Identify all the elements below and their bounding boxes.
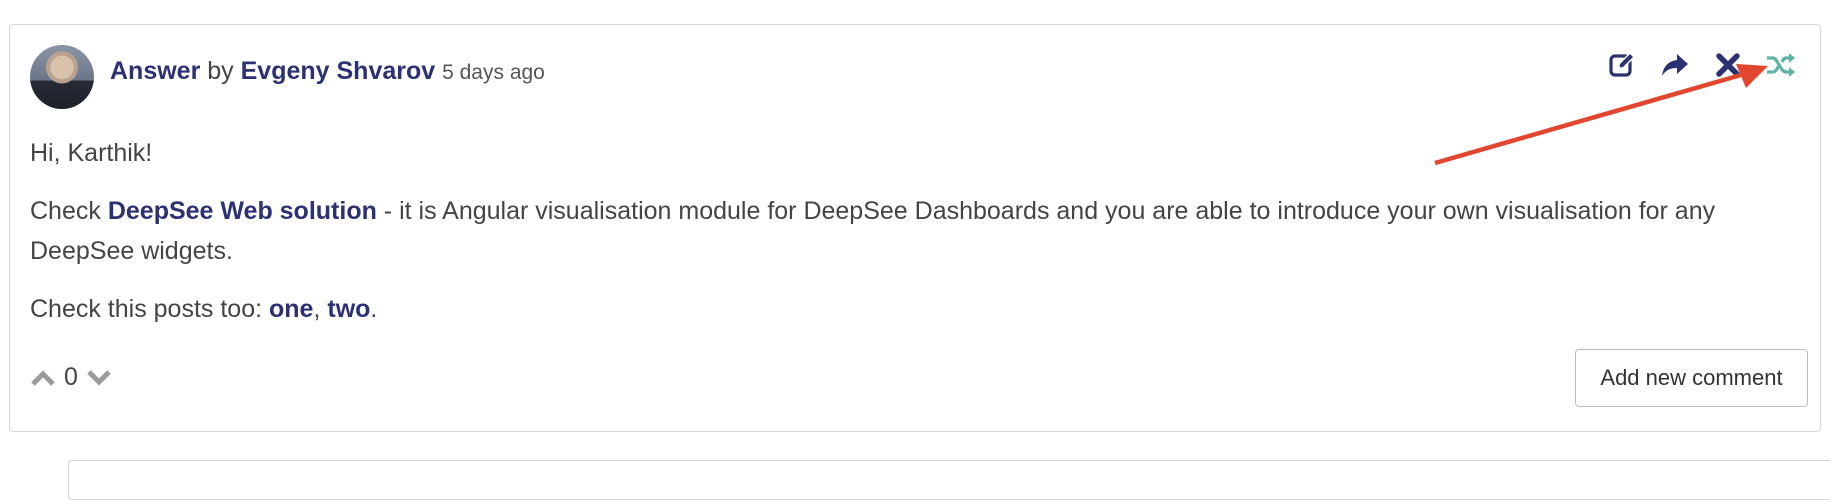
period-text: . [370,295,378,323]
vote-count: 0 [64,363,78,391]
upvote-button[interactable] [30,365,56,391]
by-text: by [207,57,234,85]
author-avatar[interactable] [30,45,94,109]
answer-actions [1595,45,1807,85]
next-comment-card [68,460,1830,500]
posts-paragraph: Check this posts too: one, two. [30,289,1810,329]
shuffle-icon [1766,53,1795,77]
greeting-text: Hi, Karthik! [30,139,153,167]
edit-icon [1608,51,1635,77]
edit-button[interactable] [1595,45,1648,85]
post-link-one[interactable]: one [269,295,313,323]
separator-text: , [313,295,328,323]
convert-button[interactable] [1754,45,1807,85]
chevron-up-icon [31,369,55,386]
author-link[interactable]: Evgeny Shvarov [241,57,436,85]
timestamp: 5 days ago [442,61,545,84]
body-paragraph: Check DeepSee Web solution - it is Angul… [30,191,1810,271]
add-comment-button[interactable]: Add new comment [1575,349,1808,407]
posts-text: Check this posts too: [30,295,270,323]
share-button[interactable] [1648,45,1701,85]
chevron-down-icon [87,369,111,386]
answer-body: Hi, Karthik! Check DeepSee Web solution … [30,133,1810,347]
close-icon [1715,53,1740,77]
answer-type-link[interactable]: Answer [110,57,200,85]
vote-controls: 0 [30,363,112,392]
downvote-button[interactable] [86,365,112,391]
answer-card: Answer by Evgeny Shvarov 5 days ago Hi, … [9,24,1821,432]
share-icon [1661,54,1688,76]
deepsee-web-link[interactable]: DeepSee Web solution [108,197,377,225]
answer-header: Answer by Evgeny Shvarov 5 days ago [110,55,545,89]
body-text-pre: Check [30,197,101,225]
post-link-two[interactable]: two [327,295,370,323]
delete-button[interactable] [1701,45,1754,85]
